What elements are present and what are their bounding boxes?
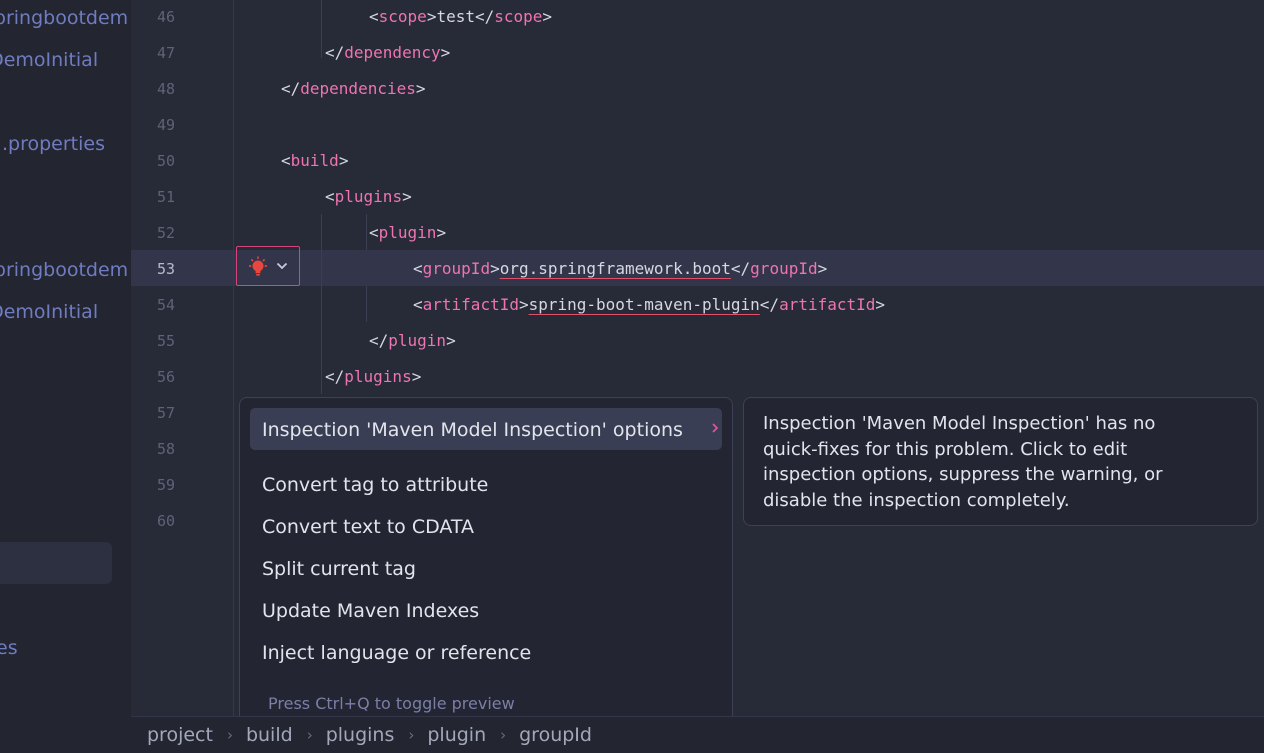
tree-item[interactable]: springbootdem <box>0 7 128 29</box>
breadcrumb: project › build › plugins › plugin › gro… <box>131 716 1264 753</box>
chevron-right-icon: › <box>408 726 415 744</box>
preview-description: Inspection 'Maven Model Inspection' has … <box>763 413 1163 511</box>
tree-item-selected[interactable] <box>0 542 112 584</box>
indent-guide <box>366 214 367 250</box>
menu-item-convert-tag-to-attribute[interactable]: Convert tag to attribute <box>262 473 488 497</box>
code-line-50[interactable]: <build> <box>281 143 348 179</box>
code-line-52[interactable]: <plugin> <box>369 215 446 251</box>
indent-guide <box>366 286 367 322</box>
menu-item-update-maven-indexes[interactable]: Update Maven Indexes <box>262 599 479 623</box>
line-number: 58 <box>156 440 175 458</box>
indent-guide <box>321 0 322 58</box>
menu-item-split-current-tag[interactable]: Split current tag <box>262 557 416 581</box>
code-line-51[interactable]: <plugins> <box>325 179 412 215</box>
code-line-48[interactable]: </dependencies> <box>281 71 426 107</box>
line-number: 46 <box>156 8 175 26</box>
intention-preview-panel: Inspection 'Maven Model Inspection' has … <box>743 397 1258 526</box>
chevron-right-icon: › <box>306 726 313 744</box>
code-line-46[interactable]: <scope>test</scope> <box>369 0 552 35</box>
line-number: 57 <box>156 404 175 422</box>
line-number: 48 <box>156 80 175 98</box>
chevron-right-icon <box>712 423 719 433</box>
chevron-right-icon: › <box>226 726 233 744</box>
menu-item-inspection-options[interactable]: Inspection 'Maven Model Inspection' opti… <box>262 418 683 442</box>
breadcrumb-item[interactable]: groupId <box>519 724 592 746</box>
line-number-current: 53 <box>156 260 175 278</box>
intention-actions-button[interactable] <box>236 246 300 286</box>
chevron-right-icon: › <box>500 726 507 744</box>
tree-item[interactable]: es <box>0 637 18 659</box>
line-number: 54 <box>156 296 175 314</box>
breadcrumb-item[interactable]: plugins <box>326 724 395 746</box>
menu-item-inject-language[interactable]: Inject language or reference <box>262 641 531 665</box>
code-line-55[interactable]: </plugin> <box>369 323 456 359</box>
project-sidebar: springbootdem otDemoInitial .properties … <box>0 0 131 753</box>
indent-guide <box>321 214 322 394</box>
chevron-down-icon <box>276 262 288 270</box>
breadcrumb-item[interactable]: project <box>147 724 213 746</box>
code-line-54[interactable]: <artifactId>spring-boot-maven-plugin</ar… <box>413 287 885 323</box>
line-number: 60 <box>156 512 175 530</box>
code-line-56[interactable]: </plugins> <box>325 359 421 395</box>
line-number: 56 <box>156 368 175 386</box>
lightbulb-icon <box>249 256 267 276</box>
gutter-separator <box>233 0 234 716</box>
line-number: 47 <box>156 44 175 62</box>
code-line-47[interactable]: </dependency> <box>325 35 450 71</box>
line-number: 50 <box>156 152 175 170</box>
line-number: 49 <box>156 116 175 134</box>
intention-actions-popup: Inspection 'Maven Model Inspection' opti… <box>239 397 733 723</box>
breadcrumb-item[interactable]: plugin <box>427 724 486 746</box>
menu-item-convert-text-to-cdata[interactable]: Convert text to CDATA <box>262 515 474 539</box>
tree-item[interactable]: otDemoInitial <box>0 49 98 71</box>
line-number: 52 <box>156 224 175 242</box>
line-number: 51 <box>156 188 175 206</box>
preview-toggle-hint: Press Ctrl+Q to toggle preview <box>268 694 515 713</box>
line-number: 55 <box>156 332 175 350</box>
tree-item[interactable]: .properties <box>2 133 105 155</box>
breadcrumb-item[interactable]: build <box>246 724 293 746</box>
code-line-53[interactable]: <groupId>org.springframework.boot</group… <box>413 251 827 287</box>
tree-item[interactable]: springbootdem <box>0 259 128 281</box>
line-number: 59 <box>156 476 175 494</box>
tree-item[interactable]: otDemoInitial <box>0 301 98 323</box>
